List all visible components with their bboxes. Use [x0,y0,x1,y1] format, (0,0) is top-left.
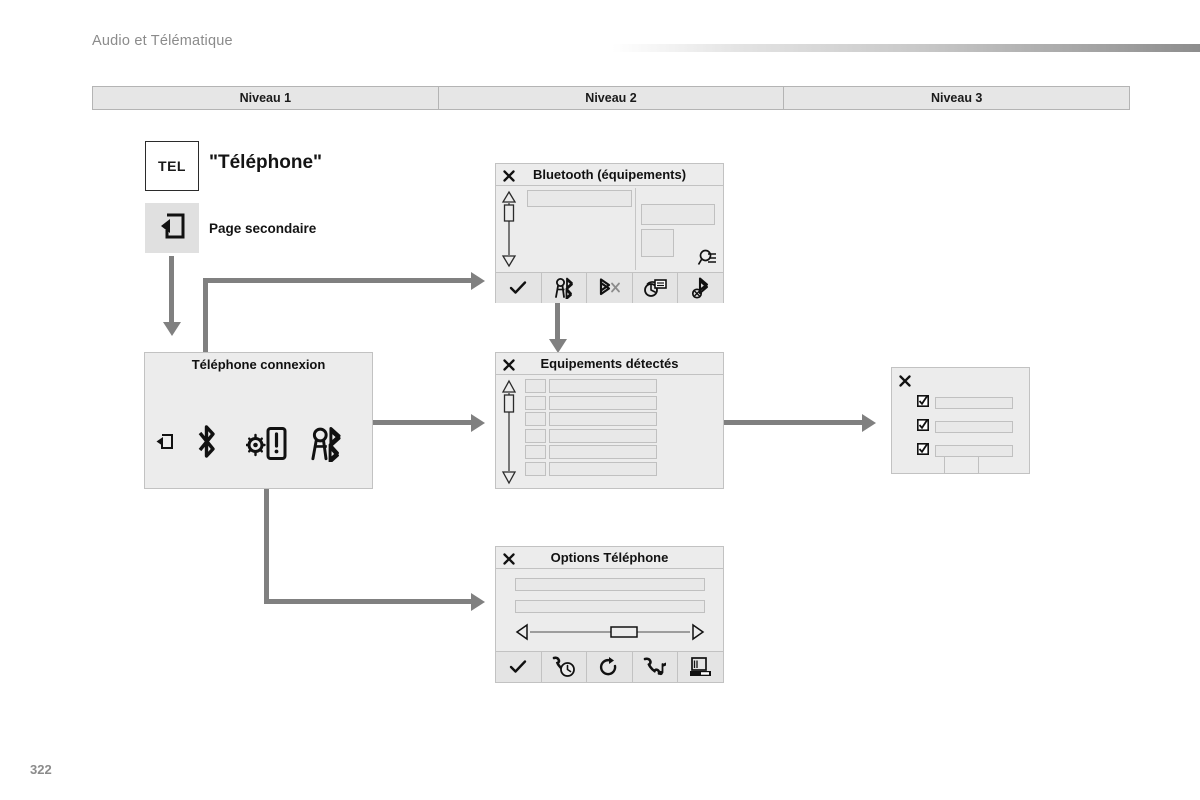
column-header-niveau-1: Niveau 1 [92,86,439,110]
legend-menu-key-box: TEL [145,141,199,191]
panel-title-bar: Bluetooth (équipements) [496,164,723,186]
bluetooth-status-field[interactable] [641,204,715,225]
bluetooth-pair-icon[interactable] [542,273,588,303]
answering-machine-icon[interactable] [678,652,723,682]
list-item-name [549,412,657,426]
panel-title: Equipements détectés [540,356,679,371]
column-header-niveau-2: Niveau 2 [438,86,785,110]
panel-title-bar: Equipements détectés [496,353,723,375]
close-icon[interactable] [899,374,911,392]
checkbox-checked-icon[interactable] [917,394,929,412]
arrowhead-to-options-panel [471,592,485,611]
panel-divider [635,188,636,270]
phone-music-icon[interactable] [633,652,679,682]
panel-body [145,372,372,472]
checkbox-checked-icon[interactable] [917,418,929,436]
close-icon[interactable] [503,169,515,182]
list-item-index [525,428,546,443]
panel-equipements-detectes: Equipements détectés [495,352,724,489]
panel-toolbar [496,651,723,682]
option-label-field [935,397,1013,409]
list-item[interactable] [525,395,690,410]
bluetooth-remove-icon[interactable] [678,273,723,303]
close-icon[interactable] [503,552,515,565]
checkbox-checked-icon[interactable] [917,442,929,460]
bluetooth-disconnect-icon[interactable] [587,273,633,303]
list-item-name [549,395,657,410]
arrowhead-equipements-to-niveau3 [862,413,876,432]
arrowhead-to-bluetooth-panel [471,271,485,290]
panel-bluetooth-equipements: Bluetooth (équipements) [495,163,724,303]
bluetooth-name-field[interactable] [527,190,632,207]
arrowhead-bluetooth-to-equipements [548,339,567,353]
page-secondaire-icon [157,211,187,246]
option-list [917,394,1013,460]
list-item[interactable] [525,445,690,459]
column-header-niveau-3: Niveau 3 [784,86,1131,110]
panel-title: Options Téléphone [550,550,669,565]
panel-toolbar [496,272,723,303]
list-item[interactable] [525,379,690,393]
legend-secondary-page-box [145,203,199,253]
option-field-2[interactable] [515,600,705,613]
list-item[interactable] [917,418,1013,436]
arrowhead-connexion-to-equipements [471,413,485,432]
panel-body [496,375,723,488]
list-item-name [549,428,657,443]
list-item-name [549,461,657,476]
phone-settings-icon[interactable] [245,427,288,465]
connector-legend-to-connexion [169,256,174,324]
contact-card-icon[interactable] [633,273,679,303]
list-item-index [525,461,546,476]
page-secondaire-icon[interactable] [155,432,174,456]
device-list [525,379,690,476]
call-history-icon[interactable] [542,652,588,682]
list-item-index [525,395,546,410]
list-item[interactable] [525,412,690,426]
panel-title: Téléphone connexion [191,357,326,372]
vertical-scrollbar[interactable] [500,379,518,485]
confirm-button[interactable] [944,456,979,474]
panel-title: Bluetooth (équipements) [532,167,687,182]
panel-niveau3-detail [891,367,1030,474]
panel-body [892,368,1029,474]
list-item[interactable] [917,394,1013,412]
option-label-field [935,421,1013,433]
check-icon[interactable] [496,652,542,682]
list-item-index [525,445,546,459]
list-item-index [525,412,546,426]
list-item[interactable] [525,428,690,443]
vertical-scrollbar[interactable] [500,190,518,268]
list-item-name [549,379,657,393]
connector-bluetooth-horizontal [203,278,473,283]
bluetooth-device-box[interactable] [641,229,674,257]
legend-secondary-page-label: Page secondaire [209,221,317,236]
header-gradient-rule [612,44,1200,52]
panel-telephone-connexion: Téléphone connexion [144,352,373,489]
close-icon[interactable] [503,358,515,371]
panel-title-bar: Options Téléphone [496,547,723,569]
section-title: Audio et Télématique [92,33,233,49]
option-field-1[interactable] [515,578,705,591]
panel-body [496,186,723,272]
volume-slider[interactable] [515,622,705,642]
magnifier-list-icon[interactable] [697,248,718,273]
list-item[interactable] [525,461,690,476]
list-item-name [549,445,657,459]
panel-body [496,569,723,651]
page-number: 322 [30,762,52,777]
arrowhead-legend-to-connexion [162,322,181,336]
repeat-icon[interactable] [587,652,633,682]
level-header-row: Niveau 1 Niveau 2 Niveau 3 [92,86,1131,110]
list-item-index [525,379,546,393]
panel-options-telephone: Options Téléphone [495,546,724,683]
connector-bluetooth-to-equipements [555,303,560,341]
connector-equipements-to-niveau3 [724,420,864,425]
legend-menu-label: "Téléphone" [209,152,323,173]
bluetooth-pair-icon[interactable] [308,426,344,467]
check-icon[interactable] [496,273,542,303]
legend-menu-key-text: TEL [158,158,186,174]
bluetooth-icon[interactable] [194,423,220,465]
connector-options-horizontal [264,599,473,604]
